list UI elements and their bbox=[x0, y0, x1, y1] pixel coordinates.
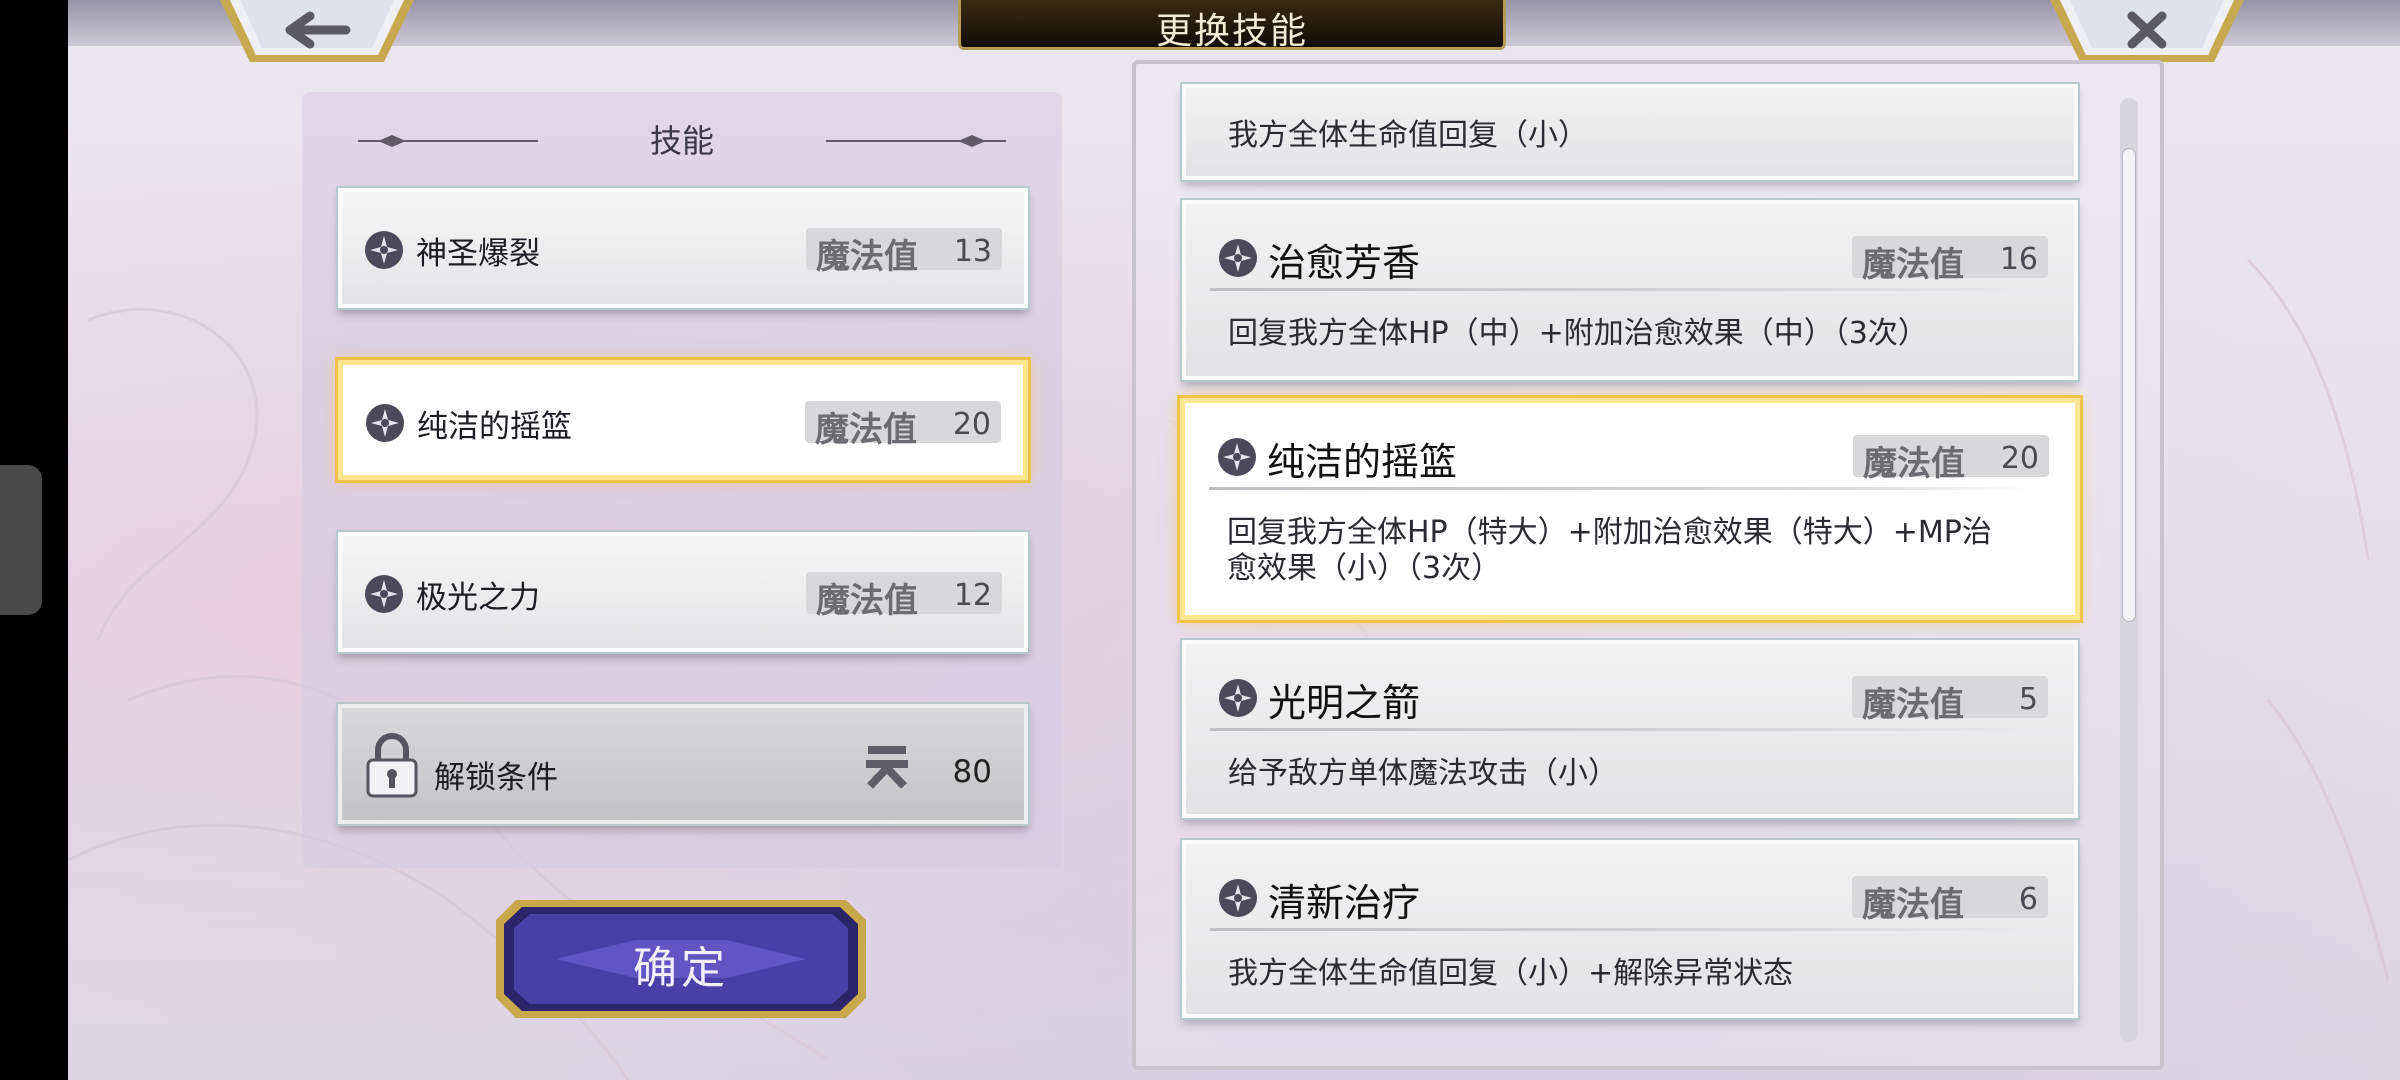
skill-emblem-icon bbox=[365, 231, 403, 269]
scrollbar-thumb[interactable] bbox=[2122, 148, 2136, 622]
padlock-icon bbox=[366, 733, 418, 798]
sky-glyph-icon bbox=[866, 746, 908, 789]
skill-desc: 我方全体生命值回复（小）+解除异常状态 bbox=[1228, 956, 1794, 991]
mp-label: 魔法值 bbox=[1863, 444, 1965, 484]
skill-desc: 我方全体生命值回复（小） bbox=[1228, 118, 1588, 153]
page-title: 更换技能 bbox=[1155, 11, 1308, 52]
equipped-slot-2-selected[interactable]: 纯洁的摇篮 魔法值 20 bbox=[338, 360, 1028, 480]
mp-value: 16 bbox=[1999, 242, 2038, 277]
close-icon bbox=[2050, 0, 2244, 62]
skill-name: 纯洁的摇篮 bbox=[1267, 440, 1458, 484]
confirm-label: 确定 bbox=[633, 943, 729, 994]
skill-emblem-icon bbox=[1219, 679, 1257, 717]
slot-skill-name: 极光之力 bbox=[416, 580, 540, 616]
card-divider bbox=[1210, 288, 2030, 291]
slot-skill-name: 神圣爆裂 bbox=[416, 236, 540, 272]
mp-cost-badge: 魔法值 5 bbox=[1852, 676, 2048, 725]
back-button[interactable] bbox=[220, 0, 414, 66]
skill-name: 光明之箭 bbox=[1268, 681, 1421, 725]
mp-cost-badge: 魔法值 13 bbox=[806, 228, 1002, 277]
skill-emblem-icon bbox=[1219, 239, 1257, 277]
skill-name: 清新治疗 bbox=[1268, 881, 1421, 925]
mp-label: 魔法值 bbox=[816, 581, 918, 621]
mp-value: 5 bbox=[2018, 682, 2038, 717]
unlock-condition-label: 解锁条件 bbox=[434, 760, 558, 796]
mp-value: 20 bbox=[952, 407, 991, 442]
mp-value: 6 bbox=[2018, 882, 2038, 917]
mp-label: 魔法值 bbox=[1862, 685, 1964, 725]
unlock-condition-value: 80 bbox=[952, 754, 992, 790]
card-divider bbox=[1210, 928, 2030, 931]
skill-card-qingxin-zhiliao[interactable]: 清新治疗 魔法值 6 我方全体生命值回复（小）+解除异常状态 bbox=[1182, 840, 2078, 1018]
close-button[interactable] bbox=[2050, 0, 2244, 66]
skill-emblem-icon bbox=[1218, 438, 1256, 476]
skill-emblem-icon bbox=[1219, 879, 1257, 917]
mp-value: 12 bbox=[953, 578, 992, 613]
equipped-slot-1[interactable]: 神圣爆裂 魔法值 13 bbox=[338, 188, 1028, 308]
mp-cost-badge: 魔法值 20 bbox=[1853, 435, 2049, 484]
skill-desc: 给予敌方单体魔法攻击（小） bbox=[1228, 756, 1618, 791]
mp-cost-badge: 魔法值 12 bbox=[806, 572, 1002, 621]
back-arrow-icon bbox=[220, 0, 414, 62]
card-divider bbox=[1210, 728, 2030, 731]
mp-label: 魔法值 bbox=[1862, 885, 1964, 925]
skill-emblem-icon bbox=[366, 404, 404, 442]
locked-slot[interactable]: 解锁条件 80 bbox=[338, 704, 1028, 824]
mp-label: 魔法值 bbox=[816, 237, 918, 277]
mp-cost-badge: 魔法值 16 bbox=[1852, 236, 2048, 285]
skill-desc: 回复我方全体HP（特大）+附加治愈效果（特大）+MP治愈效果（小）（3次） bbox=[1227, 515, 1992, 586]
skill-card-chunjie-yaolan-selected[interactable]: 纯洁的摇篮 魔法值 20 回复我方全体HP（特大）+附加治愈效果（特大）+MP治… bbox=[1180, 398, 2080, 620]
title-plate: 更换技能 bbox=[958, 0, 1506, 52]
skill-card-zhiyu-fangxiang[interactable]: 治愈芳香 魔法值 16 回复我方全体HP（中）+附加治愈效果（中）（3次） bbox=[1182, 200, 2078, 380]
skill-desc: 回复我方全体HP（中）+附加治愈效果（中）（3次） bbox=[1228, 316, 1928, 351]
heading-ornament-right bbox=[826, 135, 1006, 147]
skill-name: 治愈芳香 bbox=[1268, 241, 1421, 285]
slot-skill-name: 纯洁的摇篮 bbox=[417, 409, 572, 445]
confirm-button[interactable]: 确定 bbox=[496, 900, 866, 1018]
equipped-skills-panel: 技能 神圣爆裂 魔法值 13 纯洁的摇篮 魔法值 20 极光之力 魔法值 12 … bbox=[302, 92, 1062, 868]
mp-cost-badge: 魔法值 20 bbox=[805, 401, 1001, 450]
mp-value: 20 bbox=[2000, 441, 2039, 476]
side-pull-tab[interactable] bbox=[0, 465, 42, 615]
card-divider bbox=[1209, 487, 2031, 490]
mp-cost-badge: 魔法值 6 bbox=[1852, 876, 2048, 925]
mp-label: 魔法值 bbox=[1862, 245, 1964, 285]
skill-emblem-icon bbox=[365, 575, 403, 613]
mp-label: 魔法值 bbox=[815, 410, 917, 450]
mp-value: 13 bbox=[953, 234, 992, 269]
skill-card-guangming-zhijian[interactable]: 光明之箭 魔法值 5 给予敌方单体魔法攻击（小） bbox=[1182, 640, 2078, 818]
skill-card-partial[interactable]: 我方全体生命值回复（小） bbox=[1182, 84, 2078, 180]
equipped-slot-3[interactable]: 极光之力 魔法值 12 bbox=[338, 532, 1028, 652]
